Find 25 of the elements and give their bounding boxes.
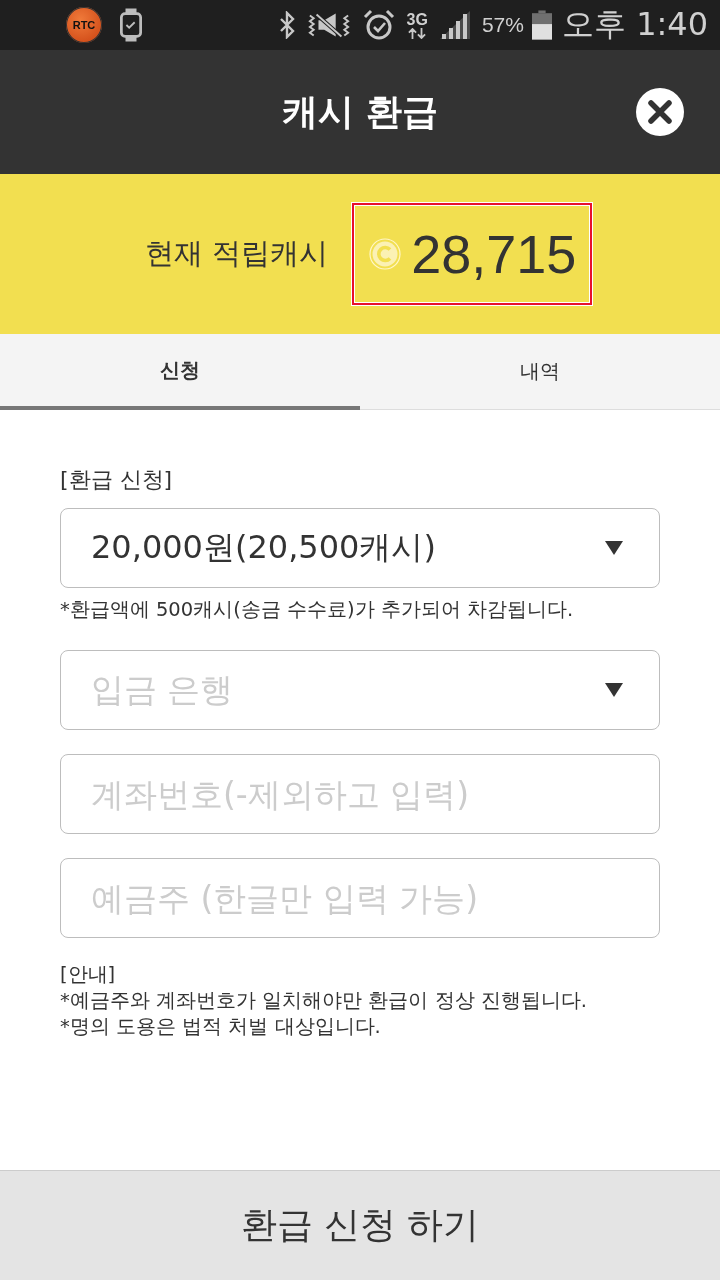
smartwatch-icon xyxy=(120,8,142,42)
balance-label: 현재 적립캐시 xyxy=(145,235,329,272)
balance-amount: 28,715 xyxy=(411,223,577,285)
guide-title: [안내] xyxy=(60,962,117,988)
guide-text: *명의 도용은 법적 처벌 대상입니다. xyxy=(60,1014,382,1040)
clock-time: 오후 1:40 xyxy=(561,4,708,45)
guide-text: *예금주와 계좌번호가 일치해야만 환급이 정상 진행됩니다. xyxy=(60,988,588,1014)
coin-icon xyxy=(369,238,402,270)
battery-percent: 57% xyxy=(481,13,524,37)
caret-icon xyxy=(605,541,623,555)
vibrate-mute-icon xyxy=(306,11,351,39)
alarm-clock-icon xyxy=(362,9,395,41)
battery-icon xyxy=(531,10,552,40)
fee-note: *환급액에 500캐시(송금 수수료)가 추가되어 차감됩니다. xyxy=(60,597,575,623)
section-title: [환급 신청] xyxy=(60,466,174,494)
close-icon[interactable] xyxy=(636,88,684,136)
submit-button[interactable]: 환급 신청 하기 xyxy=(0,1170,720,1280)
page-title: 캐시 환급 xyxy=(281,89,439,134)
network-type: 3G xyxy=(406,11,428,28)
data-arrows-icon xyxy=(408,27,427,39)
caret-icon xyxy=(605,683,623,697)
logo-badge: RTC xyxy=(66,7,102,43)
select-field[interactable]: 20,000원(20,500캐시) xyxy=(60,508,660,588)
signal-icon xyxy=(439,11,470,39)
bluetooth-icon xyxy=(278,11,295,39)
